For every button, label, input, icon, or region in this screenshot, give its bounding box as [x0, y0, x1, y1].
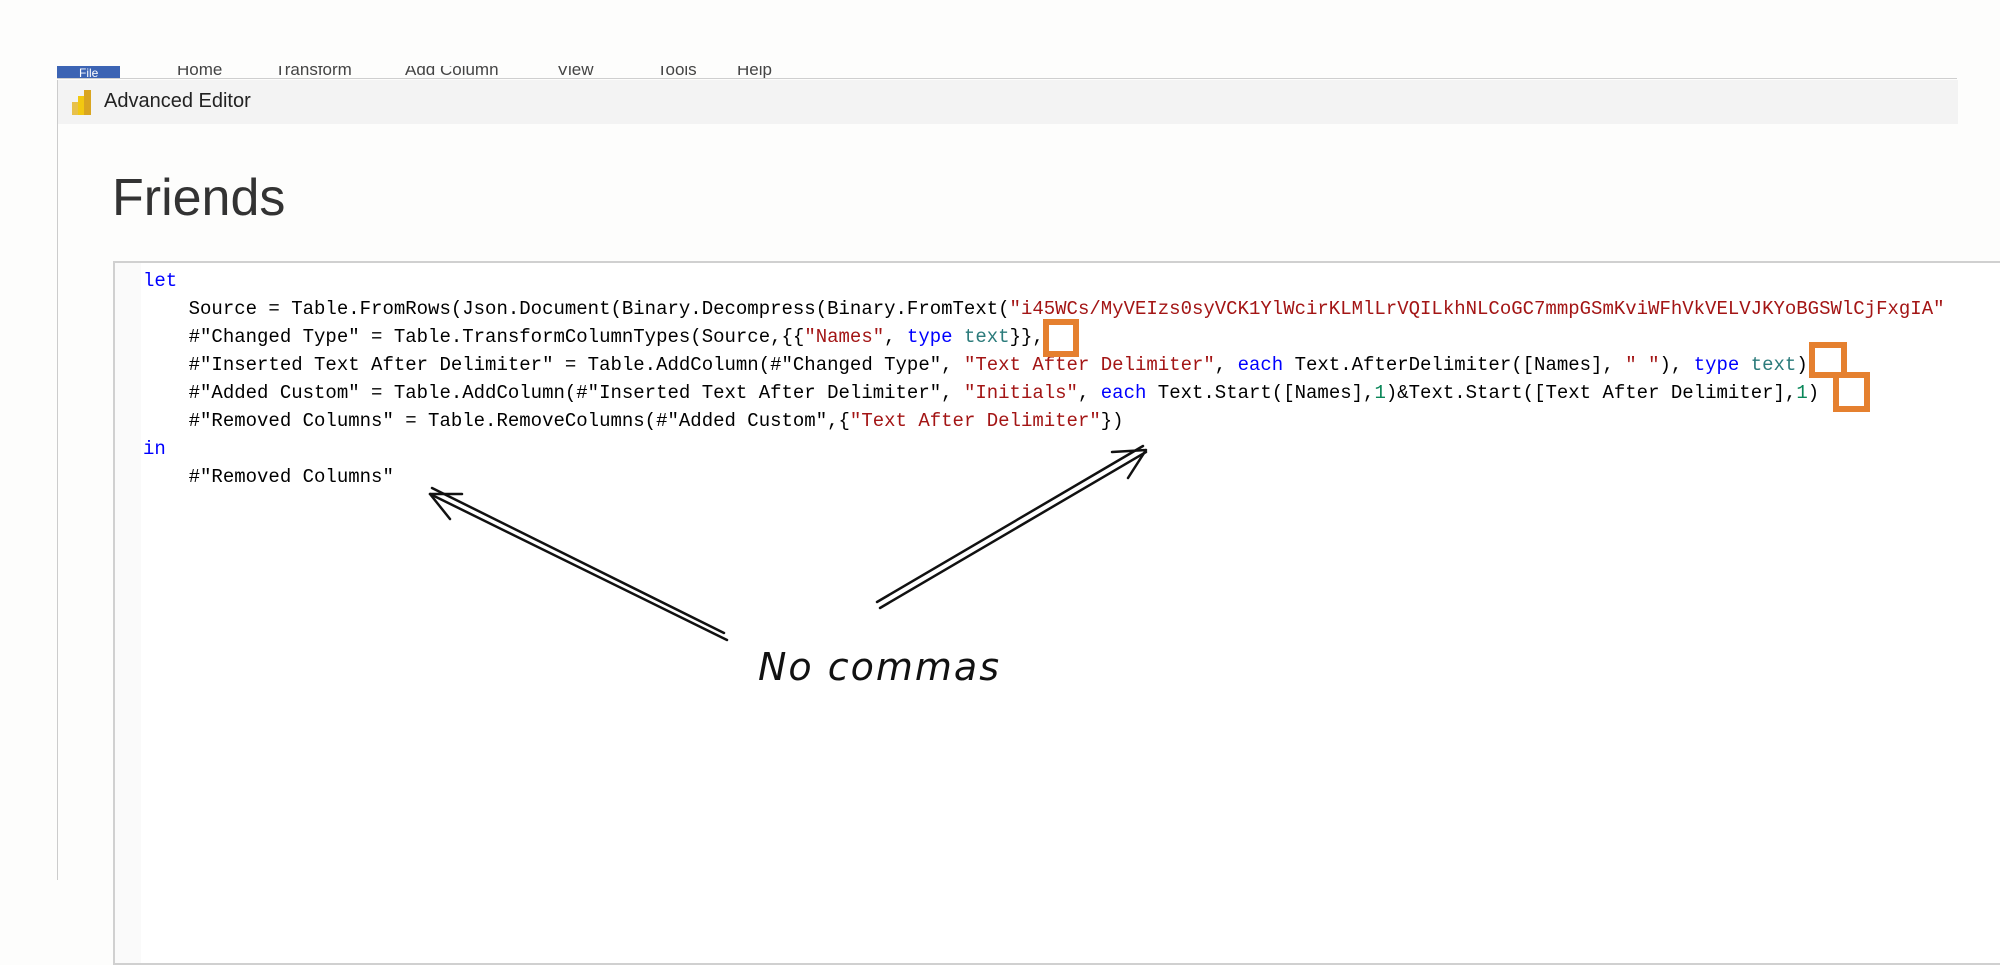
annotation-note: No commas — [758, 645, 1002, 689]
arrow-left-icon — [428, 486, 729, 642]
arrow-right-icon — [875, 444, 1148, 610]
annotation-arrows — [428, 444, 1148, 642]
